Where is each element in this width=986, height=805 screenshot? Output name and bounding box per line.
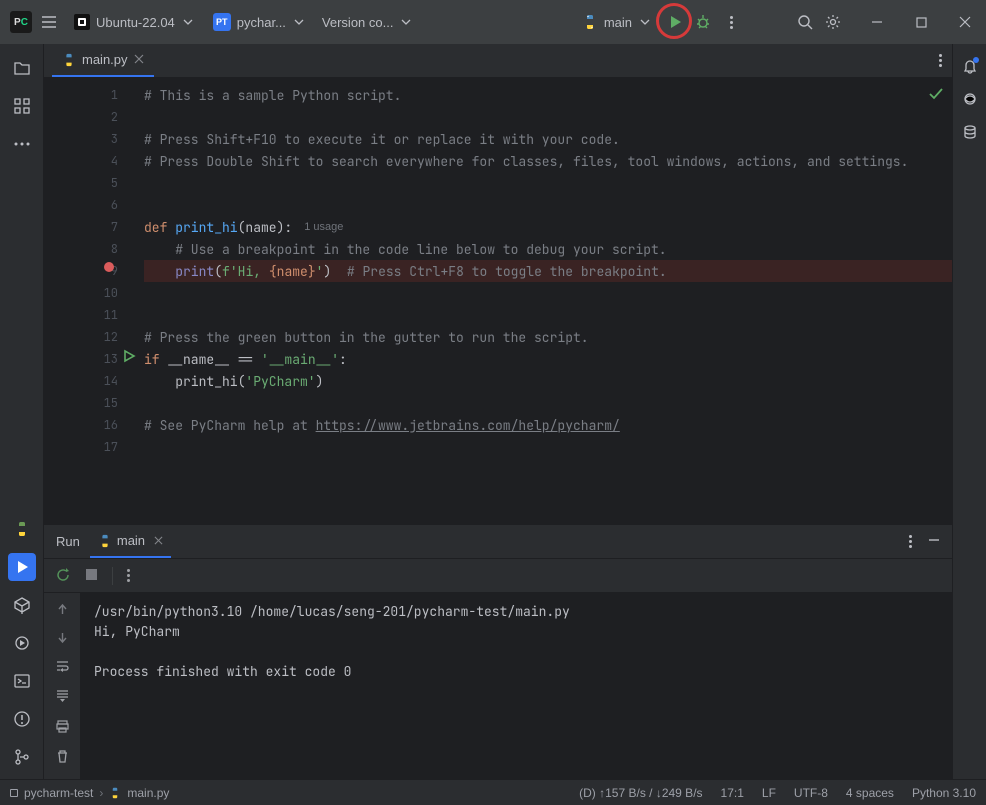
right-tool-stripe (952, 44, 986, 779)
python-icon (582, 14, 598, 30)
chevron-down-icon (183, 17, 193, 27)
minimize-button[interactable] (866, 11, 888, 33)
editor-tabs-menu[interactable] (939, 54, 942, 67)
project-badge: PT (213, 13, 231, 31)
settings-button[interactable] (822, 11, 844, 33)
print-button[interactable] (55, 719, 70, 737)
run-side-toolbar (44, 593, 80, 779)
code-area[interactable]: # This is a sample Python script. # Pres… (144, 78, 952, 524)
vcs-dropdown[interactable]: Version co... (316, 8, 418, 36)
breadcrumb-file[interactable]: main.py (127, 786, 169, 800)
run-config-dropdown[interactable]: main (574, 8, 658, 36)
run-tab-main[interactable]: main (90, 525, 171, 558)
run-tool-window: Run main (44, 524, 952, 779)
run-tab-label: main (117, 533, 145, 548)
problems-tool-button[interactable] (8, 705, 36, 733)
chevron-down-icon (294, 17, 304, 27)
search-everywhere-button[interactable] (794, 11, 816, 33)
run-toolbar (44, 559, 952, 593)
status-interpreter[interactable]: Python 3.10 (912, 786, 976, 800)
breadcrumb-project[interactable]: pycharm-test (24, 786, 93, 800)
close-window-button[interactable] (954, 11, 976, 33)
hide-run-button[interactable] (928, 534, 940, 549)
editor-gutter[interactable]: 1 2 3 4 5 6 7 8 9 10 11 12 13 14 15 16 1… (44, 78, 144, 524)
pycharm-logo: PC (10, 11, 32, 33)
project-root-icon (10, 789, 18, 797)
breakpoint-marker[interactable] (104, 262, 114, 272)
python-file-icon (109, 787, 121, 799)
status-indent[interactable]: 4 spaces (846, 786, 894, 800)
soft-wrap-button[interactable] (55, 659, 70, 677)
wsl-distro-dropdown[interactable]: Ubuntu-22.04 (66, 8, 201, 36)
main-menu-button[interactable] (38, 11, 60, 33)
project-dropdown[interactable]: PT pychar... (207, 8, 310, 36)
rerun-button[interactable] (56, 567, 71, 585)
services-tool-button[interactable] (8, 629, 36, 657)
run-console[interactable]: /usr/bin/python3.10 /home/lucas/seng-201… (80, 593, 952, 779)
close-tab-button[interactable] (134, 52, 144, 67)
more-tool-windows-button[interactable] (8, 130, 36, 158)
ai-assistant-button[interactable] (962, 91, 978, 110)
wsl-label: Ubuntu-22.04 (96, 15, 175, 30)
close-run-tab[interactable] (154, 533, 163, 548)
python-icon (98, 534, 112, 548)
run-header: Run main (44, 525, 952, 559)
left-tool-stripe (0, 44, 44, 779)
run-options-button[interactable] (909, 535, 912, 548)
version-control-tool-button[interactable] (8, 743, 36, 771)
code-editor[interactable]: 1 2 3 4 5 6 7 8 9 10 11 12 13 14 15 16 1… (44, 78, 952, 524)
maximize-button[interactable] (910, 11, 932, 33)
linux-icon (74, 14, 90, 30)
up-stack-button[interactable] (56, 603, 69, 619)
run-tool-button[interactable] (8, 553, 36, 581)
project-tool-button[interactable] (8, 54, 36, 82)
terminal-tool-button[interactable] (8, 667, 36, 695)
status-bar: pycharm-test › main.py (D) ↑157 B/s / ↓2… (0, 779, 986, 805)
clear-all-button[interactable] (55, 749, 70, 767)
inspection-ok-icon[interactable] (928, 86, 944, 106)
project-label: pychar... (237, 15, 286, 30)
run-gutter-icon[interactable] (122, 349, 136, 367)
notifications-button[interactable] (962, 58, 978, 77)
status-network[interactable]: (D) ↑157 B/s / ↓249 B/s (579, 786, 702, 800)
more-actions-button[interactable] (720, 11, 742, 33)
scroll-to-end-button[interactable] (55, 689, 70, 707)
editor-tab-main[interactable]: main.py (52, 44, 154, 77)
editor-tabs: main.py (44, 44, 952, 78)
python-packages-tool-button[interactable] (8, 591, 36, 619)
title-bar: PC Ubuntu-22.04 PT pychar... Version co.… (0, 0, 986, 44)
status-encoding[interactable]: UTF-8 (794, 786, 828, 800)
editor-tab-label: main.py (82, 52, 128, 67)
navigation-bar[interactable]: pycharm-test › main.py (10, 786, 169, 800)
run-config-label: main (604, 15, 632, 30)
structure-tool-button[interactable] (8, 92, 36, 120)
vcs-label: Version co... (322, 15, 394, 30)
database-tool-button[interactable] (962, 124, 978, 143)
debug-button[interactable] (692, 11, 714, 33)
status-line-ending[interactable]: LF (762, 786, 776, 800)
run-button[interactable] (664, 11, 686, 33)
status-caret-pos[interactable]: 17:1 (721, 786, 744, 800)
chevron-down-icon (640, 17, 650, 27)
down-stack-button[interactable] (56, 631, 69, 647)
run-title: Run (56, 534, 80, 549)
python-console-tool-button[interactable] (8, 515, 36, 543)
chevron-down-icon (401, 17, 411, 27)
stop-button[interactable] (85, 568, 98, 584)
run-console-options[interactable] (127, 569, 130, 582)
python-file-icon (62, 53, 76, 67)
